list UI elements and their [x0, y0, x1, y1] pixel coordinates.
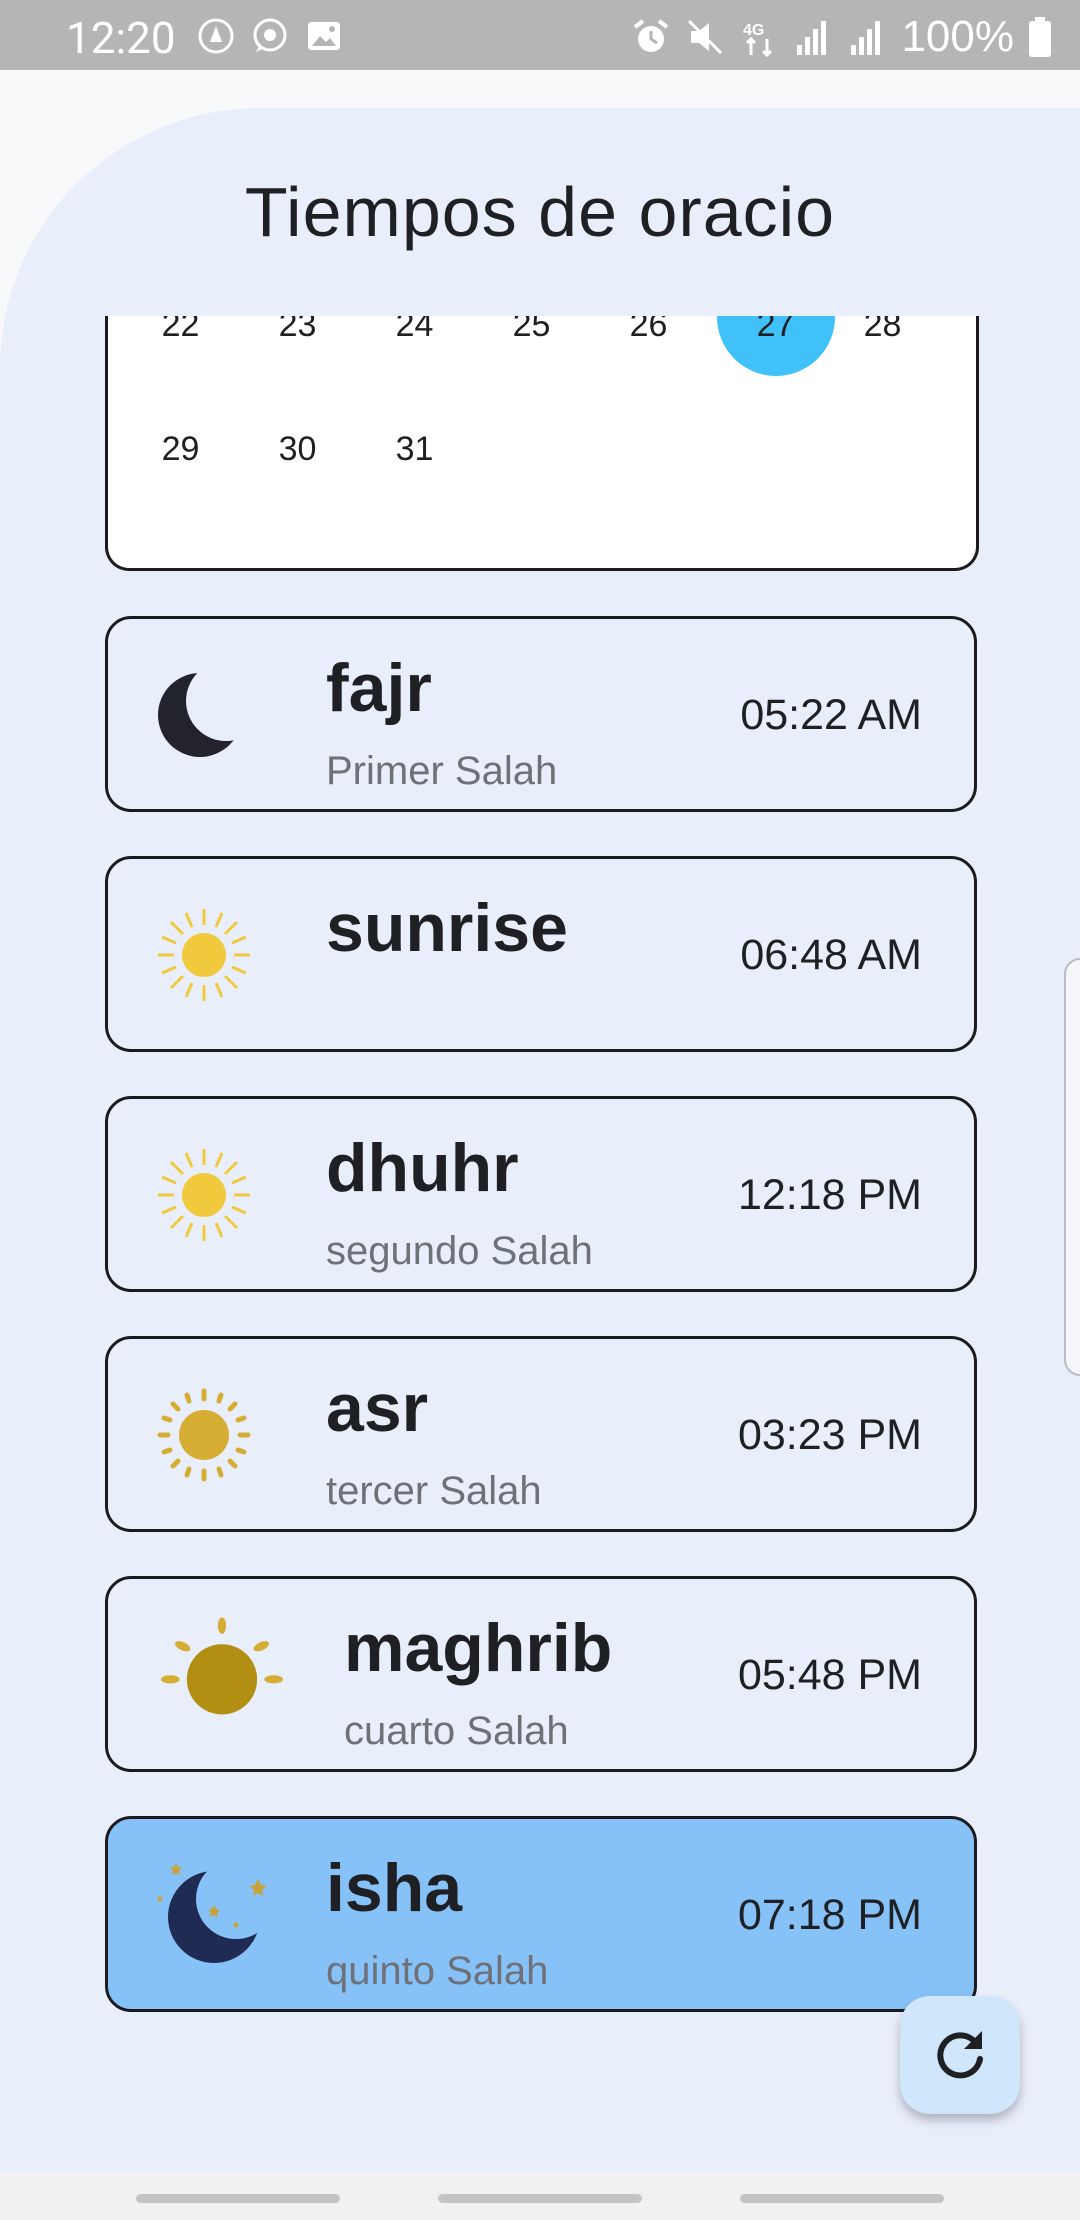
crescent-moon-icon: [158, 665, 254, 757]
nav-back-button[interactable]: [740, 2194, 944, 2203]
prayer-subtitle: segundo Salah: [326, 1229, 593, 1273]
prayer-subtitle: tercer Salah: [326, 1469, 542, 1513]
system-nav-bar: [0, 2172, 1080, 2220]
prayer-subtitle: cuarto Salah: [344, 1709, 569, 1753]
sun-rays-icon: [158, 909, 250, 1001]
calendar-day[interactable]: 25: [473, 316, 590, 345]
prayer-card-asr[interactable]: asr tercer Salah 03:23 PM: [105, 1336, 977, 1532]
calendar-day[interactable]: 29: [122, 430, 239, 469]
side-panel-handle[interactable]: [1064, 958, 1080, 1376]
prayer-name: isha: [326, 1850, 463, 1926]
calendar-day[interactable]: 23: [239, 316, 356, 345]
sunset-icon: [161, 1617, 283, 1715]
prayer-name: asr: [326, 1370, 429, 1446]
refresh-icon: [937, 2031, 983, 2079]
refresh-button[interactable]: [900, 1996, 1020, 2114]
prayer-card-sunrise[interactable]: sunrise 06:48 AM: [105, 856, 977, 1052]
notification-icons: [196, 16, 344, 56]
alarm-icon: [634, 19, 669, 52]
prayer-card-isha[interactable]: isha quinto Salah 07:18 PM: [105, 1816, 977, 2012]
prayer-name: fajr: [326, 650, 432, 726]
mute-icon: [688, 19, 723, 55]
signal-icon: [851, 21, 881, 55]
prayer-time: 03:23 PM: [737, 1411, 922, 1459]
prayer-subtitle: Primer Salah: [326, 749, 558, 793]
prayer-card-fajr[interactable]: fajr Primer Salah 05:22 AM: [105, 616, 977, 812]
prayer-name: sunrise: [326, 890, 568, 966]
calendar-day[interactable]: 30: [239, 430, 356, 469]
prayer-time: 12:18 PM: [737, 1171, 922, 1219]
moon-stars-icon: [157, 1859, 274, 1963]
nav-recent-button[interactable]: [136, 2194, 340, 2203]
calendar[interactable]: 22 23 24 25 26 27 28 29 30 31: [105, 316, 979, 571]
calendar-day[interactable]: 24: [356, 316, 473, 345]
prayer-time: 07:18 PM: [737, 1891, 922, 1939]
status-right: 4G 100%: [631, 12, 1052, 62]
page-title: Tiempos de oracio: [244, 173, 836, 251]
sun-dots-icon: [157, 1388, 251, 1482]
sun-rays-icon: [158, 1149, 250, 1241]
nav-home-button[interactable]: [438, 2194, 642, 2203]
prayer-time: 06:48 AM: [740, 931, 922, 979]
prayer-card-maghrib[interactable]: maghrib cuarto Salah 05:48 PM: [105, 1576, 977, 1772]
prayer-subtitle: quinto Salah: [326, 1949, 549, 1993]
network-4g-icon: 4G: [743, 22, 773, 57]
battery-icon: [1029, 17, 1051, 57]
prayer-time: 05:22 AM: [740, 691, 922, 739]
prayer-time: 05:48 PM: [737, 1651, 922, 1699]
calendar-day[interactable]: 26: [590, 316, 707, 345]
battery-percent: 100%: [901, 12, 1014, 61]
prayer-name: dhuhr: [326, 1130, 519, 1206]
prayer-name: maghrib: [344, 1610, 613, 1686]
signal-icon: [797, 21, 827, 55]
calendar-day[interactable]: 31: [356, 430, 473, 469]
calendar-day[interactable]: 22: [122, 316, 239, 345]
status-time: 12:20: [66, 12, 176, 64]
prayer-card-dhuhr[interactable]: dhuhr segundo Salah 12:18 PM: [105, 1096, 977, 1292]
calendar-day-selected[interactable]: 27: [717, 316, 834, 345]
status-bar: 12:20 4G 100%: [0, 0, 1080, 70]
gallery-icon: [308, 22, 340, 50]
whatsapp-icon: [253, 18, 287, 52]
location-icon: [198, 18, 234, 54]
calendar-day[interactable]: 28: [824, 316, 941, 345]
svg-text:4G: 4G: [743, 22, 764, 39]
